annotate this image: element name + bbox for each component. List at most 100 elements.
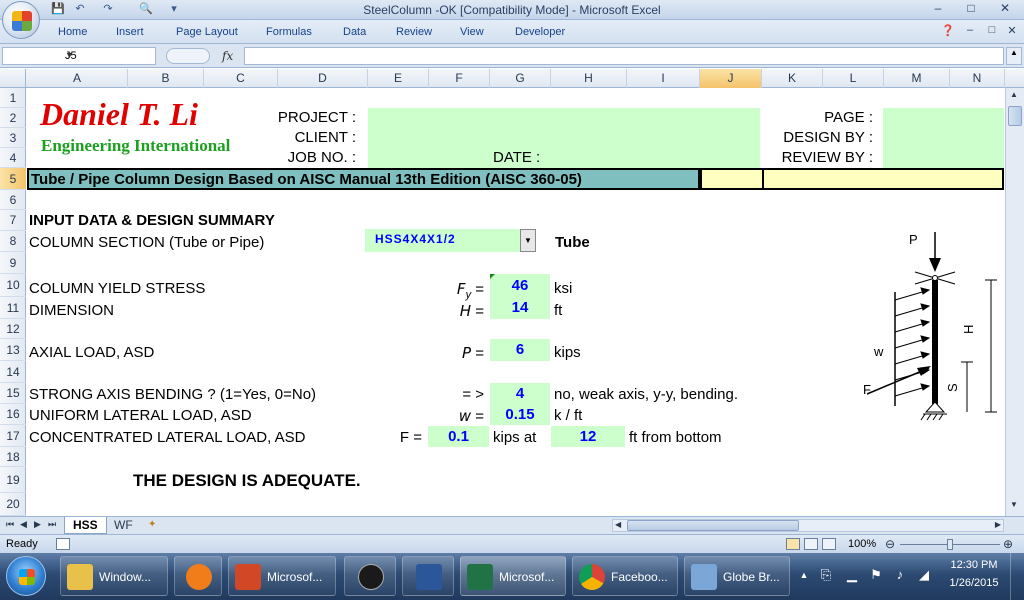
yield-value[interactable]: 46 — [490, 274, 550, 297]
worksheet[interactable]: Daniel T. Li Engineering International P… — [27, 88, 1004, 516]
workbook-restore-icon[interactable]: □ — [984, 24, 1000, 38]
row-header[interactable]: 3 — [0, 128, 26, 148]
tab-review[interactable]: Review — [396, 26, 432, 38]
tab-developer[interactable]: Developer — [515, 26, 565, 38]
column-header-j[interactable]: J — [700, 69, 762, 88]
last-sheet-icon[interactable]: ⏭ — [48, 519, 56, 530]
column-header-l[interactable]: L — [823, 69, 884, 88]
tab-view[interactable]: View — [460, 26, 484, 38]
column-header-a[interactable]: A — [27, 69, 128, 88]
row-header[interactable]: 9 — [0, 252, 26, 274]
volume-icon[interactable]: ♪ — [892, 567, 908, 583]
horizontal-scrollbar[interactable]: ◀ ▶ — [612, 519, 1004, 532]
column-section-select[interactable]: HSS4X4X1/2 ▼ — [365, 229, 536, 252]
workbook-minimize-icon[interactable]: – — [962, 24, 978, 38]
taskbar-item-media-player[interactable] — [174, 556, 222, 596]
taskbar-item-word[interactable] — [402, 556, 454, 596]
tab-insert[interactable]: Insert — [116, 26, 144, 38]
column-header-f[interactable]: F — [429, 69, 490, 88]
row-header[interactable]: 10 — [0, 274, 26, 297]
prev-sheet-icon[interactable]: ◀ — [20, 519, 27, 530]
row-header[interactable]: 6 — [0, 190, 26, 210]
row-header[interactable]: 16 — [0, 404, 26, 425]
column-header-c[interactable]: C — [204, 69, 278, 88]
row-header[interactable]: 20 — [0, 493, 26, 516]
scroll-left-icon[interactable]: ◀ — [615, 520, 621, 529]
clock-date[interactable]: 1/26/2015 — [944, 577, 1004, 589]
zoom-in-icon[interactable]: ⊕ — [1003, 537, 1013, 551]
minimize-button[interactable]: – — [925, 0, 951, 18]
macro-record-icon[interactable] — [56, 538, 70, 550]
office-button[interactable] — [2, 1, 40, 39]
vertical-scrollbar[interactable]: ▲ ▼ — [1005, 88, 1024, 516]
first-sheet-icon[interactable]: ⏮ — [6, 519, 14, 530]
page-break-view-icon[interactable] — [822, 538, 836, 550]
zoom-out-icon[interactable]: ⊖ — [885, 537, 895, 551]
chevron-down-icon[interactable]: ▼ — [65, 50, 153, 60]
tab-data[interactable]: Data — [343, 26, 366, 38]
column-header-n[interactable]: N — [950, 69, 1005, 88]
zoom-level[interactable]: 100% — [848, 538, 876, 550]
clock-time[interactable]: 12:30 PM — [944, 559, 1004, 571]
start-button[interactable] — [6, 556, 46, 596]
expand-formula-icon[interactable]: ▲ — [1006, 47, 1022, 65]
row-header[interactable]: 19 — [0, 467, 26, 493]
row-header[interactable]: 2 — [0, 108, 26, 128]
row-header[interactable]: 4 — [0, 148, 26, 168]
vertical-scroll-thumb[interactable] — [1008, 106, 1022, 126]
row-header[interactable]: 13 — [0, 339, 26, 361]
project-info-field[interactable] — [368, 108, 760, 168]
tab-home[interactable]: Home — [58, 26, 87, 38]
sheet-tab-hss[interactable]: HSS — [64, 517, 107, 534]
concentrated-load-value[interactable]: 0.1 — [428, 426, 489, 447]
workbook-close-icon[interactable]: ✕ — [1004, 24, 1020, 38]
column-header-b[interactable]: B — [128, 69, 204, 88]
row-header[interactable]: 17 — [0, 425, 26, 447]
maximize-button[interactable]: □ — [958, 0, 984, 18]
concentrated-load-position-value[interactable]: 12 — [551, 426, 625, 447]
row-header[interactable]: 8 — [0, 231, 26, 252]
row-header[interactable]: 11 — [0, 297, 26, 319]
tab-formulas[interactable]: Formulas — [266, 26, 312, 38]
formula-input[interactable] — [244, 47, 1004, 65]
normal-view-icon[interactable] — [786, 538, 800, 550]
scroll-down-icon[interactable]: ▼ — [1010, 500, 1018, 509]
next-sheet-icon[interactable]: ▶ — [34, 519, 41, 530]
usb-icon[interactable]: ⎘ — [818, 567, 834, 583]
show-hidden-icons-icon[interactable]: ▲ — [796, 567, 812, 583]
taskbar-item-excel[interactable]: Microsof... — [460, 556, 566, 596]
page-info-field[interactable] — [883, 108, 1004, 168]
tab-page-layout[interactable]: Page Layout — [176, 26, 238, 38]
column-header-h[interactable]: H — [551, 69, 627, 88]
axial-load-value[interactable]: 6 — [490, 339, 550, 361]
scroll-up-icon[interactable]: ▲ — [1010, 90, 1018, 99]
sheet-tab-wf[interactable]: WF — [106, 517, 141, 534]
action-center-flag-icon[interactable]: ⚑ — [868, 567, 884, 583]
taskbar-item-powerpoint[interactable]: Microsof... — [228, 556, 336, 596]
insert-sheet-icon[interactable]: ✦ — [148, 519, 166, 532]
selected-cell-j5[interactable] — [700, 168, 764, 190]
taskbar-item-windows-explorer[interactable]: Window... — [60, 556, 168, 596]
signal-icon[interactable]: ▁ — [844, 567, 860, 583]
fx-icon[interactable]: fx — [222, 49, 233, 63]
help-icon[interactable]: ❓ — [940, 24, 956, 38]
row-header[interactable]: 12 — [0, 319, 26, 339]
chevron-down-icon[interactable]: ▼ — [520, 229, 536, 252]
row-header[interactable]: 7 — [0, 210, 26, 231]
column-header-d[interactable]: D — [278, 69, 368, 88]
scroll-right-icon[interactable]: ▶ — [995, 520, 1001, 529]
horizontal-scroll-thumb[interactable] — [627, 520, 799, 531]
column-header-i[interactable]: I — [627, 69, 700, 88]
row-header[interactable]: 5 — [0, 168, 26, 190]
taskbar-item-globe-browser[interactable]: Globe Br... — [684, 556, 790, 596]
column-header-m[interactable]: M — [884, 69, 950, 88]
strong-axis-value[interactable]: 4 — [490, 383, 550, 404]
close-button[interactable]: ✕ — [992, 0, 1018, 18]
taskbar-item-hp[interactable] — [344, 556, 396, 596]
zoom-slider-thumb[interactable] — [947, 539, 953, 550]
uniform-load-value[interactable]: 0.15 — [490, 404, 550, 425]
row-header[interactable]: 18 — [0, 447, 26, 467]
page-layout-view-icon[interactable] — [804, 538, 818, 550]
row-header[interactable]: 14 — [0, 361, 26, 383]
name-box[interactable]: J5 ▼ — [2, 47, 156, 65]
